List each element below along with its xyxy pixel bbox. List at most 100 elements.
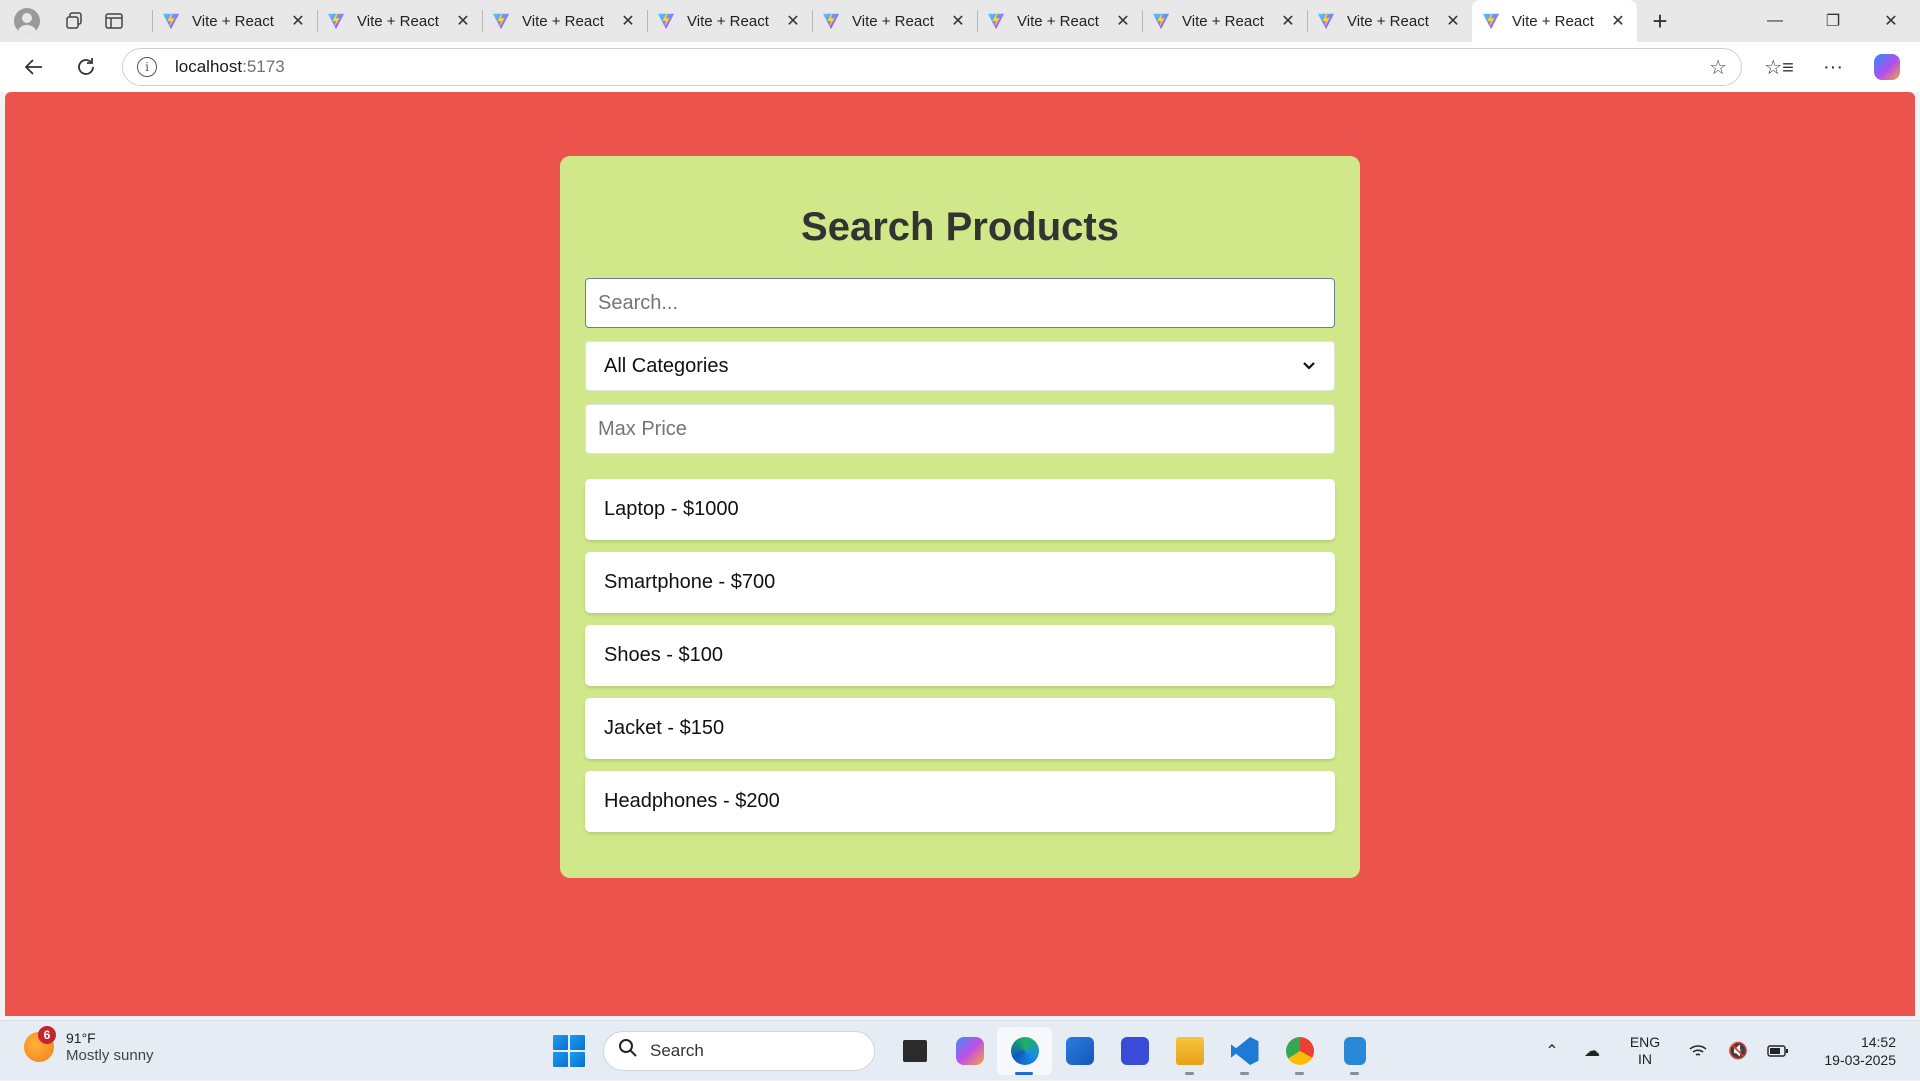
- vite-icon: [492, 12, 510, 30]
- browser-tab[interactable]: Vite + React ✕: [152, 0, 317, 42]
- browser-tab[interactable]: Vite + React ✕: [647, 0, 812, 42]
- close-tab-icon[interactable]: ✕: [784, 11, 802, 31]
- profile-icon: [14, 8, 40, 34]
- mathpix-icon[interactable]: [1107, 1027, 1162, 1075]
- tab-strip: Vite + React ✕ Vite + React ✕ Vite + React ✕ V…: [0, 0, 1920, 42]
- address-bar[interactable]: i localhost:5173 ☆: [122, 48, 1742, 86]
- copilot-icon: [1874, 54, 1900, 80]
- product-item: Laptop - $1000: [585, 479, 1335, 540]
- chevron-down-icon: [1302, 358, 1316, 374]
- taskbar-apps: [887, 1027, 1382, 1075]
- lang-region: IN: [1638, 1051, 1652, 1067]
- url-host: localhost: [175, 57, 243, 76]
- explorer-icon[interactable]: [1162, 1027, 1217, 1075]
- temperature: 91°F: [66, 1030, 96, 1046]
- product-list: Laptop - $1000 Smartphone - $700 Shoes -…: [585, 479, 1335, 832]
- restore-button[interactable]: ❐: [1804, 0, 1862, 42]
- site-info-icon[interactable]: i: [137, 57, 157, 77]
- browser-tab[interactable]: Vite + React ✕: [1142, 0, 1307, 42]
- vite-icon: [327, 12, 345, 30]
- tab-title: Vite + React: [852, 12, 934, 30]
- store-icon[interactable]: [1052, 1027, 1107, 1075]
- tab-title: Vite + React: [1512, 12, 1594, 30]
- copilot-button[interactable]: [1860, 42, 1914, 92]
- back-button[interactable]: [8, 42, 60, 92]
- taskbar-search[interactable]: Search: [603, 1031, 875, 1071]
- vite-icon: [1317, 12, 1335, 30]
- vscode-icon[interactable]: [1217, 1027, 1272, 1075]
- close-tab-icon[interactable]: ✕: [1279, 11, 1297, 31]
- tab-title: Vite + React: [1017, 12, 1099, 30]
- url-port: :5173: [242, 57, 285, 76]
- browser-tab[interactable]: Vite + React ✕: [317, 0, 482, 42]
- close-tab-icon[interactable]: ✕: [1609, 11, 1627, 31]
- taskbar-search-label: Search: [650, 1041, 704, 1060]
- weather-condition: Mostly sunny: [66, 1047, 154, 1064]
- language-indicator[interactable]: ENG IN: [1620, 1034, 1670, 1068]
- wifi-icon[interactable]: [1678, 1044, 1718, 1058]
- close-tab-icon[interactable]: ✕: [289, 11, 307, 31]
- copilot-icon[interactable]: [942, 1027, 997, 1075]
- weather-widget[interactable]: 6 91°F Mostly sunny: [24, 1026, 154, 1065]
- browser-tab[interactable]: Vite + React ✕: [482, 0, 647, 42]
- browser-toolbar: i localhost:5173 ☆ ☆≡ ···: [0, 42, 1920, 92]
- tab-list: Vite + React ✕ Vite + React ✕ Vite + React ✕ V…: [152, 0, 1637, 42]
- file-manager-icon[interactable]: [887, 1027, 942, 1075]
- minimize-button[interactable]: —: [1746, 0, 1804, 42]
- taskbar: 6 91°F Mostly sunny Search ⌃ ☁ ENG IN 🔇 …: [0, 1020, 1920, 1080]
- close-tab-icon[interactable]: ✕: [1444, 11, 1462, 31]
- favorites-icon[interactable]: ☆≡: [1752, 42, 1806, 92]
- workspaces-icon[interactable]: [54, 0, 94, 42]
- battery-icon[interactable]: [1758, 1045, 1798, 1057]
- chrome-icon[interactable]: [1272, 1027, 1327, 1075]
- close-window-button[interactable]: ✕: [1862, 0, 1920, 42]
- close-tab-icon[interactable]: ✕: [1114, 11, 1132, 31]
- volume-muted-icon[interactable]: 🔇: [1718, 1041, 1758, 1061]
- tab-title: Vite + React: [687, 12, 769, 30]
- close-tab-icon[interactable]: ✕: [454, 11, 472, 31]
- tab-title: Vite + React: [522, 12, 604, 30]
- profile-button[interactable]: [0, 0, 54, 42]
- vite-icon: [1482, 12, 1500, 30]
- tab-title: Vite + React: [1347, 12, 1429, 30]
- browser-tab[interactable]: Vite + React ✕: [1307, 0, 1472, 42]
- close-tab-icon[interactable]: ✕: [949, 11, 967, 31]
- new-tab-button[interactable]: +: [1637, 0, 1683, 42]
- browser-tab[interactable]: Vite + React ✕: [1472, 0, 1637, 42]
- search-icon: [618, 1038, 638, 1064]
- browser-tab[interactable]: Vite + React ✕: [977, 0, 1142, 42]
- window-controls: — ❐ ✕: [1746, 0, 1920, 42]
- max-price-input[interactable]: [585, 404, 1335, 454]
- product-item: Smartphone - $700: [585, 552, 1335, 613]
- search-card: Search Products All Categories Laptop - …: [560, 156, 1360, 878]
- date: 19-03-2025: [1824, 1052, 1896, 1068]
- notepad-icon[interactable]: [1327, 1027, 1382, 1075]
- vite-icon: [162, 12, 180, 30]
- vite-icon: [1152, 12, 1170, 30]
- reload-icon: [78, 58, 94, 75]
- reload-button[interactable]: [60, 42, 112, 92]
- vite-icon: [987, 12, 1005, 30]
- category-select[interactable]: All Categories: [585, 341, 1335, 391]
- tab-title: Vite + React: [192, 12, 274, 30]
- product-item: Jacket - $150: [585, 698, 1335, 759]
- back-arrow-icon: [24, 59, 42, 75]
- vite-icon: [822, 12, 840, 30]
- search-input[interactable]: [585, 278, 1335, 328]
- tab-title: Vite + React: [357, 12, 439, 30]
- more-options-icon[interactable]: ···: [1806, 42, 1860, 92]
- page-title: Search Products: [801, 205, 1119, 249]
- tab-actions-icon[interactable]: [94, 0, 134, 42]
- chevron-up-icon[interactable]: ⌃: [1532, 1041, 1572, 1061]
- favorite-star-icon[interactable]: ☆: [1709, 55, 1727, 80]
- browser-tab[interactable]: Vite + React ✕: [812, 0, 977, 42]
- clock[interactable]: 14:52 19-03-2025: [1806, 1033, 1896, 1069]
- edge-icon[interactable]: [997, 1027, 1052, 1075]
- start-button[interactable]: [553, 1035, 585, 1067]
- close-tab-icon[interactable]: ✕: [619, 11, 637, 31]
- category-selected-value: All Categories: [604, 354, 729, 377]
- onedrive-error-icon[interactable]: ☁: [1572, 1041, 1612, 1061]
- weather-sun-icon: 6: [24, 1026, 56, 1062]
- lang-code: ENG: [1629, 1034, 1661, 1050]
- product-item: Headphones - $200: [585, 771, 1335, 832]
